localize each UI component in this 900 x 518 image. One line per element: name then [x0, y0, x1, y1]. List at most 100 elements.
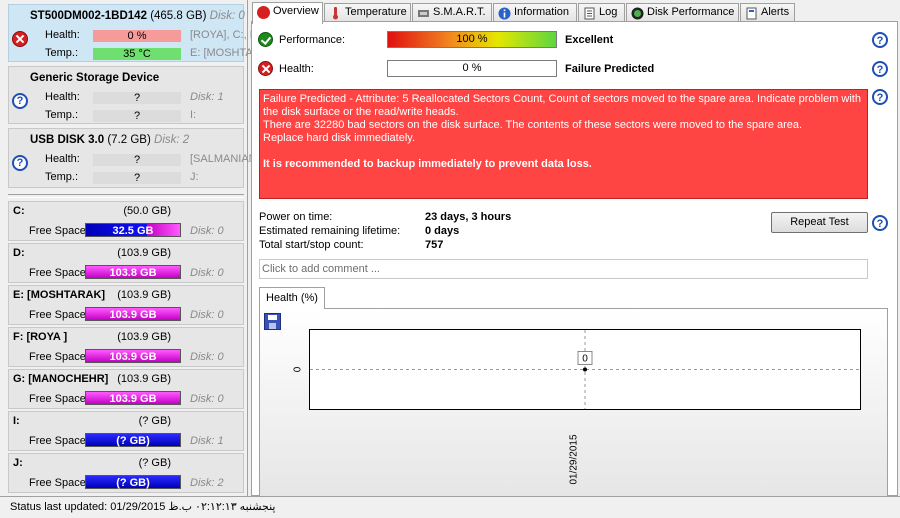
partition-size: (103.9 GB) — [117, 289, 171, 301]
log-icon — [583, 7, 596, 20]
disk-list-panel: ST500DM002-1BD142 (465.8 GB) Disk: 0 Hea… — [0, 0, 252, 496]
tab-health-chart[interactable]: Health (%) — [259, 287, 325, 309]
partition-item[interactable]: D: (103.9 GB) Free Space 103.8 GB Disk: … — [8, 243, 244, 283]
partition-item[interactable]: F: [ROYA ] (103.9 GB) Free Space 103.9 G… — [8, 327, 244, 367]
error-icon — [257, 6, 270, 19]
tab-label: Alerts — [761, 6, 790, 18]
info-icon — [498, 7, 511, 20]
free-space-bar: 103.9 GB — [85, 307, 181, 321]
error-icon — [258, 61, 273, 76]
alert-line: Failure Predicted - Attribute: 5 Realloc… — [263, 93, 861, 118]
tab-information[interactable]: Information — [493, 3, 577, 23]
disk-number: Disk: 0 — [209, 10, 245, 22]
partition-disk: Disk: 1 — [190, 435, 224, 447]
status-bar: Status last updated: 01/29/2015 پنجشنبه … — [0, 496, 900, 518]
tab-alerts[interactable]: Alerts — [740, 3, 795, 23]
health-chart-area: 0 0 01/29/2015 — [259, 308, 888, 497]
thermometer-icon — [329, 7, 342, 20]
gauge-icon — [631, 7, 644, 20]
free-space-value: 103.9 GB — [109, 309, 157, 321]
temp-label: Temp.: — [45, 171, 79, 183]
partition-disk: Disk: 0 — [190, 309, 224, 321]
free-space-value: 103.9 GB — [109, 351, 157, 363]
disk-volumes-2: J: — [190, 171, 199, 183]
free-space-value: 32.5 GB — [112, 225, 154, 237]
partition-size: (? GB) — [138, 415, 171, 427]
free-space-label: Free Space — [29, 393, 86, 405]
free-space-value: 103.8 GB — [109, 267, 157, 279]
svg-text:?: ? — [877, 35, 884, 47]
temp-label: Temp.: — [45, 109, 79, 121]
tab-disk-performance[interactable]: Disk Performance — [626, 3, 739, 23]
svg-text:?: ? — [877, 92, 884, 104]
free-space-label: Free Space — [29, 225, 86, 237]
free-space-bar: 103.8 GB — [85, 265, 181, 279]
tab-label: Temperature — [345, 6, 407, 18]
help-icon[interactable]: ? — [872, 32, 888, 48]
free-space-value: (? GB) — [116, 477, 150, 489]
disk-item-2[interactable]: USB DISK 3.0 (7.2 GB) Disk: 2 ? Health: … — [8, 128, 252, 188]
partition-item[interactable]: G: [MANOCHEHR] (103.9 GB) Free Space 103… — [8, 369, 244, 409]
disk-title: Generic Storage Device — [30, 72, 160, 84]
temp-value: ? — [93, 172, 181, 184]
alerts-icon — [745, 7, 758, 20]
free-space-value: (? GB) — [116, 435, 150, 447]
disk-volumes: [ROYA], C:, D: — [190, 29, 252, 41]
startstop-value: 757 — [425, 239, 444, 251]
x-tick-label: 01/29/2015 — [568, 434, 580, 485]
partition-item[interactable]: C: (50.0 GB) Free Space 32.5 GB Disk: 0 — [8, 201, 244, 241]
health-value: ? — [93, 154, 181, 166]
free-space-bar: 103.9 GB — [85, 391, 181, 405]
help-icon[interactable]: ? — [872, 215, 888, 231]
free-space-label: Free Space — [29, 267, 86, 279]
partition-item[interactable]: E: [MOSHTARAK] (103.9 GB) Free Space 103… — [8, 285, 244, 325]
free-space-value: 103.9 GB — [109, 393, 157, 405]
tab-smart[interactable]: S.M.A.R.T. — [412, 3, 492, 23]
partition-item[interactable]: I: (? GB) Free Space (? GB) Disk: 1 — [8, 411, 244, 451]
tab-label: S.M.A.R.T. — [433, 6, 486, 18]
partition-name: I: — [13, 415, 20, 427]
partition-size: (50.0 GB) — [123, 205, 171, 217]
partition-size: (103.9 GB) — [117, 373, 171, 385]
temp-value: 35 °C — [93, 48, 181, 60]
free-space-bar: (? GB) — [85, 475, 181, 489]
repeat-test-button[interactable]: Repeat Test — [771, 212, 868, 233]
free-space-label: Free Space — [29, 435, 86, 447]
tab-label: Disk Performance — [647, 6, 735, 18]
partition-disk: Disk: 0 — [190, 351, 224, 363]
partition-size: (? GB) — [138, 457, 171, 469]
save-icon[interactable] — [264, 313, 281, 330]
help-icon[interactable]: ? — [872, 89, 888, 105]
performance-label: Performance: — [279, 34, 346, 46]
disk-number: Disk: 2 — [154, 134, 190, 146]
tab-label: Information — [514, 6, 570, 18]
comment-field[interactable]: Click to add comment ... — [259, 259, 868, 279]
performance-bar: 100 % — [387, 31, 557, 48]
disk-item-1[interactable]: Generic Storage Device ? Health: ? Disk:… — [8, 66, 244, 124]
lifetime-label: Estimated remaining lifetime: — [259, 225, 401, 237]
tab-label: Overview — [273, 5, 319, 17]
tab-temperature[interactable]: Temperature — [324, 3, 411, 23]
disk-item-0[interactable]: ST500DM002-1BD142 (465.8 GB) Disk: 0 Hea… — [8, 4, 252, 62]
health-value: 0 % — [462, 62, 482, 74]
free-space-label: Free Space — [29, 351, 86, 363]
partition-disk: Disk: 0 — [190, 393, 224, 405]
free-space-bar: 32.5 GB — [85, 223, 181, 237]
chart-svg: 0 — [310, 330, 860, 409]
tab-overview[interactable]: Overview — [252, 2, 323, 24]
health-bar: 0 % — [387, 60, 557, 77]
chart-plot: 0 — [309, 329, 861, 410]
status-text: Status last updated: 01/29/2015 پنجشنبه … — [10, 501, 276, 513]
tab-log[interactable]: Log — [578, 3, 625, 23]
disk-number: Disk: 1 — [190, 91, 224, 103]
alert-line: There are 32280 bad sectors on the disk … — [263, 119, 803, 131]
health-value: ? — [93, 92, 181, 104]
health-label: Health: — [45, 29, 80, 41]
help-icon[interactable]: ? — [872, 61, 888, 77]
partition-item[interactable]: J: (? GB) Free Space (? GB) Disk: 2 — [8, 453, 244, 493]
svg-text:?: ? — [877, 218, 884, 230]
ok-icon — [258, 32, 273, 47]
disk-volumes-2: E: [MOSHTARAK] — [190, 47, 252, 59]
free-space-label: Free Space — [29, 309, 86, 321]
alert-line: Replace hard disk immediately. — [263, 132, 416, 144]
